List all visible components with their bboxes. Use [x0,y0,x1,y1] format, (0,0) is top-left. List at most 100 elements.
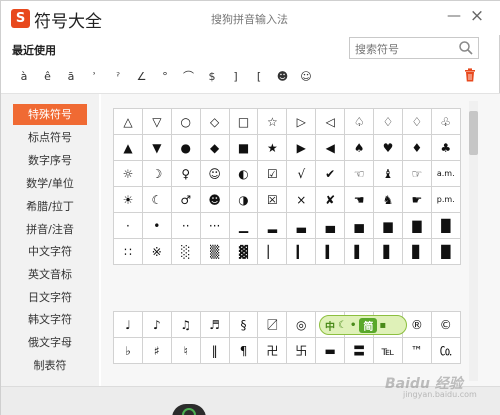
symbol-cell[interactable]: ▒ [200,239,230,265]
symbol-cell[interactable]: ♥ [374,135,403,161]
symbol-cell[interactable]: ☚ [345,187,375,213]
sidebar-item-numbering[interactable]: 数字序号 [13,150,87,171]
symbol-cell[interactable]: § [229,312,259,338]
symbol-cell[interactable]: ∷ [114,239,143,265]
symbol-cell[interactable]: ♢ [374,109,403,135]
ime-mode-label[interactable]: 中 [325,318,335,333]
recent-symbol[interactable]: ] [225,70,247,83]
symbol-cell[interactable]: 卍 [258,338,288,364]
recent-symbol[interactable]: ê [37,70,59,83]
symbol-cell[interactable]: ☒ [258,187,288,213]
symbol-cell[interactable]: ▊ [402,239,432,265]
symbol-cell[interactable]: █ [431,213,461,239]
symbol-cell[interactable]: ▂ [258,213,288,239]
symbol-cell[interactable]: ✘ [316,187,346,213]
symbol-cell[interactable]: ▶ [287,135,317,161]
recent-symbol[interactable]: $ [201,70,223,83]
symbol-cell[interactable]: ♢ [402,109,432,135]
ime-simplified-label[interactable]: 简 [359,317,378,333]
symbol-cell[interactable]: ☛ [402,187,432,213]
symbol-cell[interactable]: ◆ [200,135,230,161]
sidebar-item-math-units[interactable]: 数学/单位 [13,173,87,194]
sidebar-item-chinese-chars[interactable]: 中文字符 [13,241,87,262]
symbol-cell[interactable]: ◑ [229,187,259,213]
recent-symbol[interactable]: ā [60,70,82,83]
symbol-cell[interactable]: ▬ [316,338,346,364]
symbol-cell[interactable]: ¶ [229,338,259,364]
symbol-cell[interactable]: 〓 [345,338,375,364]
symbol-cell[interactable]: ☜ [345,161,375,187]
symbol-cell[interactable]: ◇ [200,109,230,135]
symbol-cell[interactable]: ■ [229,135,259,161]
symbol-cell[interactable]: ▆ [374,213,403,239]
recent-symbol[interactable]: [ [248,70,270,83]
symbol-cell[interactable]: ☑ [258,161,288,187]
symbol-cell[interactable]: █ [431,239,461,265]
symbol-cell[interactable]: ♂ [171,187,201,213]
symbol-cell[interactable]: ℡ [374,338,403,364]
recent-symbol[interactable]: à [13,70,35,83]
symbol-cell[interactable]: ▷ [287,109,317,135]
symbol-cell[interactable]: □ [229,109,259,135]
symbol-cell[interactable]: ♣ [431,135,461,161]
symbol-cell[interactable]: ★ [258,135,288,161]
recent-symbol[interactable]: ˀ [107,70,129,83]
recent-symbol[interactable]: ⌒ [178,68,200,84]
symbol-cell[interactable]: ▍ [316,239,346,265]
sidebar-item-japanese[interactable]: 日文字符 [13,287,87,308]
symbol-cell[interactable]: ◀ [316,135,346,161]
sidebar-item-box-drawing[interactable]: 制表符 [13,355,87,376]
symbol-cell[interactable]: ♭ [114,338,143,364]
symbol-cell[interactable]: 〼 [258,312,288,338]
symbol-cell[interactable]: ♯ [142,338,172,364]
symbol-cell[interactable]: ✔ [316,161,346,187]
sidebar-item-special-symbols[interactable]: 特殊符号 [13,104,87,125]
recent-symbol[interactable]: ☺ [295,70,317,83]
symbol-cell[interactable]: ▌ [345,239,375,265]
symbol-cell[interactable]: ♮ [171,338,201,364]
sidebar-item-english-phonetic[interactable]: 英文音标 [13,264,87,285]
recent-symbol[interactable]: ° [154,70,176,83]
symbol-cell[interactable]: ☆ [258,109,288,135]
search-icon[interactable] [458,40,474,56]
scrollbar-thumb[interactable] [469,111,478,155]
symbol-cell[interactable]: ☀ [114,187,143,213]
symbol-cell[interactable]: ▄ [316,213,346,239]
symbol-cell[interactable]: p.m. [431,187,461,213]
symbol-cell[interactable]: ☼ [114,161,143,187]
symbol-cell[interactable]: √ [287,161,317,187]
symbol-cell[interactable]: ♝ [374,161,403,187]
symbol-cell[interactable]: ♩ [114,312,143,338]
symbol-cell[interactable]: ░ [171,239,201,265]
ime-toolbar[interactable]: 中 ☾ • 简 ▪ [319,315,407,335]
symbol-cell[interactable]: ♠ [345,135,375,161]
symbol-cell[interactable]: © [431,312,461,338]
symbol-cell[interactable]: ☺ [200,161,230,187]
symbol-cell[interactable]: ☾ [142,187,172,213]
symbol-cell[interactable]: ® [402,312,432,338]
symbol-cell[interactable]: ○ [171,109,201,135]
symbol-cell[interactable]: ▲ [114,135,143,161]
symbol-cell[interactable]: ▏ [258,239,288,265]
symbol-cell[interactable]: ·· [171,213,201,239]
symbol-cell[interactable]: ▓ [229,239,259,265]
symbol-cell[interactable]: ♀ [171,161,201,187]
minimize-button[interactable]: — [445,7,463,25]
symbol-cell[interactable]: ☻ [200,187,230,213]
sidebar-item-punctuation[interactable]: 标点符号 [13,127,87,148]
symbol-cell[interactable]: ▇ [402,213,432,239]
recent-symbol[interactable]: ∠ [131,70,153,83]
search-input[interactable] [350,39,458,60]
trash-icon[interactable] [464,68,476,82]
recent-symbol[interactable]: ʾ [84,70,106,83]
symbol-cell[interactable]: ● [171,135,201,161]
symbol-cell[interactable]: ※ [142,239,172,265]
symbol-cell[interactable]: ㏇ [431,338,461,364]
symbol-cell[interactable]: ♧ [431,109,461,135]
symbol-cell[interactable]: ♬ [200,312,230,338]
symbol-cell[interactable]: ▽ [142,109,172,135]
symbol-cell[interactable]: • [142,213,172,239]
symbol-cell[interactable]: ♞ [374,187,403,213]
symbol-cell[interactable]: ··· [200,213,230,239]
symbol-cell[interactable]: △ [114,109,143,135]
